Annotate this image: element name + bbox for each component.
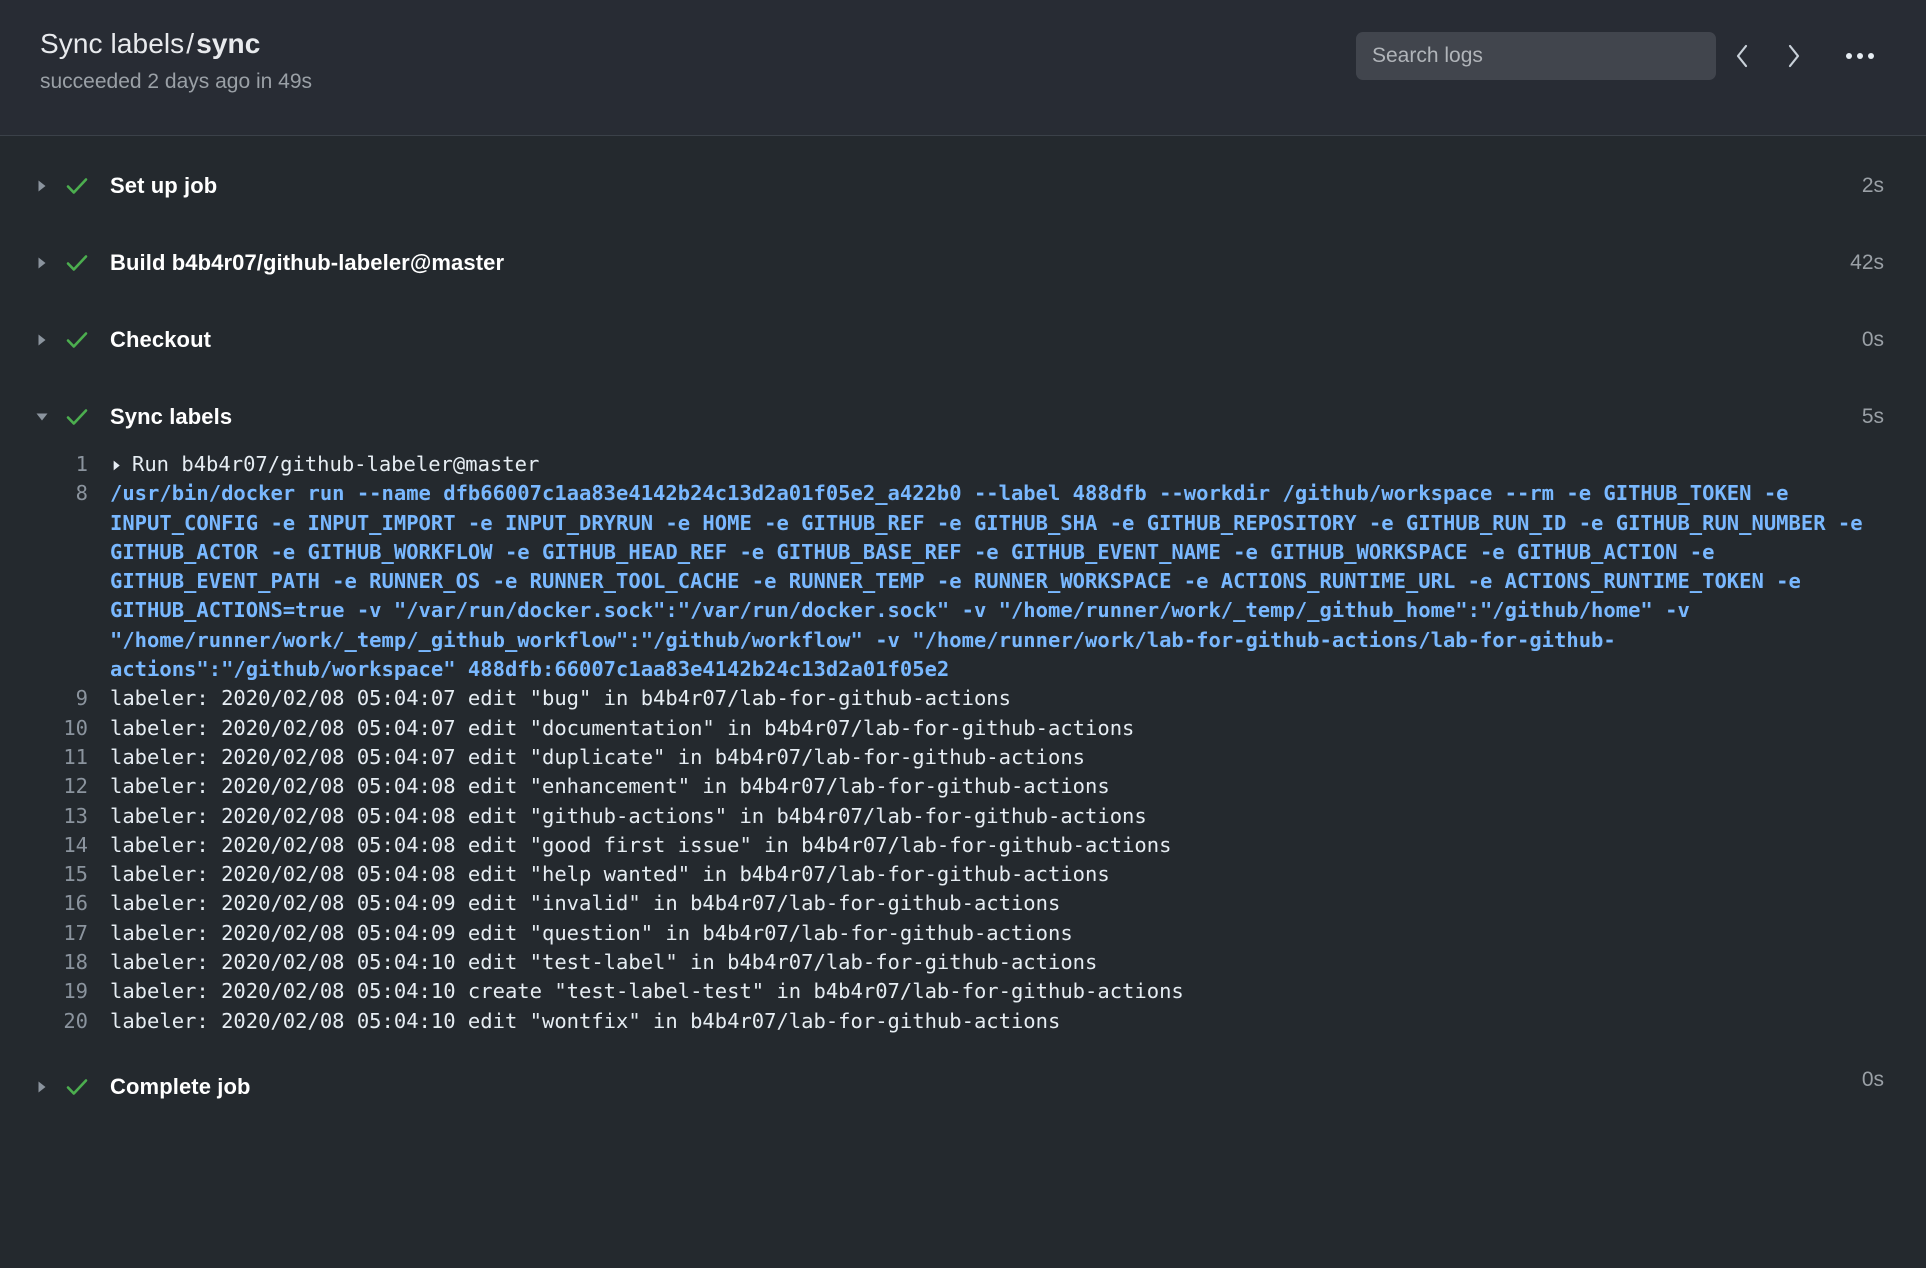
chevron-left-icon (1731, 41, 1753, 71)
log-line: 19labeler: 2020/02/08 05:04:10 create "t… (0, 977, 1926, 1006)
log-line-number: 8 (0, 479, 110, 508)
log-line-number: 18 (0, 948, 110, 977)
log-line: 9labeler: 2020/02/08 05:04:07 edit "bug"… (0, 684, 1926, 713)
log-line: 16labeler: 2020/02/08 05:04:09 edit "inv… (0, 889, 1926, 918)
chevron-right-icon[interactable] (34, 178, 64, 194)
step-row-checkout[interactable]: Checkout 0s (0, 312, 1926, 367)
log-line: 10labeler: 2020/02/08 05:04:07 edit "doc… (0, 714, 1926, 743)
step-gap (0, 213, 1926, 235)
log-line-number: 20 (0, 1007, 110, 1036)
step-row-set-up-job[interactable]: Set up job 2s (0, 158, 1926, 213)
job-steps: Set up job 2s Build b4b4r07/github-label… (0, 136, 1926, 1115)
step-duration: 0s (1862, 328, 1884, 352)
log-line-text: labeler: 2020/02/08 05:04:07 edit "bug" … (110, 684, 1896, 713)
log-header: Sync labels/sync succeeded 2 days ago in… (0, 0, 1926, 136)
log-line-number: 13 (0, 802, 110, 831)
log-line: 14labeler: 2020/02/08 05:04:08 edit "goo… (0, 831, 1926, 860)
step-label: Complete job (110, 1074, 251, 1100)
log-line-text: /usr/bin/docker run --name dfb66007c1aa8… (110, 479, 1896, 684)
chevron-right-icon[interactable] (110, 451, 123, 480)
log-line-number: 17 (0, 919, 110, 948)
log-line-number: 10 (0, 714, 110, 743)
log-line-text: labeler: 2020/02/08 05:04:08 edit "good … (110, 831, 1896, 860)
step-duration: 5s (1862, 405, 1884, 429)
log-line-number: 12 (0, 772, 110, 801)
log-line: 18labeler: 2020/02/08 05:04:10 edit "tes… (0, 948, 1926, 977)
log-line-text: labeler: 2020/02/08 05:04:09 edit "inval… (110, 889, 1896, 918)
check-success-icon (64, 250, 110, 276)
step-label: Sync labels (110, 404, 232, 430)
log-line-number: 15 (0, 860, 110, 889)
step-gap (0, 367, 1926, 389)
log-line-text: labeler: 2020/02/08 05:04:10 create "tes… (110, 977, 1896, 1006)
step-duration: 42s (1850, 251, 1884, 275)
log-line-text: labeler: 2020/02/08 05:04:08 edit "help … (110, 860, 1896, 889)
log-line-text: labeler: 2020/02/08 05:04:08 edit "enhan… (110, 772, 1896, 801)
chevron-right-icon[interactable] (34, 332, 64, 348)
log-line-text: labeler: 2020/02/08 05:04:07 edit "docum… (110, 714, 1896, 743)
chevron-right-icon[interactable] (34, 255, 64, 271)
kebab-dot-3 (1868, 53, 1874, 59)
step-duration: 2s (1862, 174, 1884, 198)
kebab-dot-2 (1857, 53, 1863, 59)
log-line-text: Run b4b4r07/github-labeler@master (110, 450, 1896, 479)
log-line-text: labeler: 2020/02/08 05:04:08 edit "githu… (110, 802, 1896, 831)
log-line: 15labeler: 2020/02/08 05:04:08 edit "hel… (0, 860, 1926, 889)
log-line: 1Run b4b4r07/github-labeler@master (0, 450, 1926, 479)
step-label: Set up job (110, 173, 217, 199)
step-row-complete-job[interactable]: Complete job 0s (0, 1046, 1926, 1115)
step-row-sync-labels[interactable]: Sync labels 5s (0, 389, 1926, 444)
step-duration: 0s (1862, 1068, 1884, 1092)
check-success-icon (64, 404, 110, 430)
log-line: 17labeler: 2020/02/08 05:04:09 edit "que… (0, 919, 1926, 948)
log-line-number: 14 (0, 831, 110, 860)
chevron-down-icon[interactable] (34, 409, 64, 425)
check-success-icon (64, 173, 110, 199)
search-input[interactable] (1356, 32, 1716, 80)
kebab-dot-1 (1846, 53, 1852, 59)
log-line: 11labeler: 2020/02/08 05:04:07 edit "dup… (0, 743, 1926, 772)
log-line-text: labeler: 2020/02/08 05:04:10 edit "wontf… (110, 1007, 1896, 1036)
header-actions (1356, 32, 1888, 80)
log-line-number: 16 (0, 889, 110, 918)
log-line: 8/usr/bin/docker run --name dfb66007c1aa… (0, 479, 1926, 684)
log-line: 13labeler: 2020/02/08 05:04:08 edit "git… (0, 802, 1926, 831)
log-line-number: 11 (0, 743, 110, 772)
title-separator: / (184, 28, 196, 59)
job-name: sync (196, 28, 260, 59)
steps-top-spacer (0, 136, 1926, 158)
log-line-number: 1 (0, 450, 110, 479)
check-success-icon (64, 327, 110, 353)
step-label: Checkout (110, 327, 211, 353)
log-line-text: labeler: 2020/02/08 05:04:09 edit "quest… (110, 919, 1896, 948)
log-output[interactable]: 1Run b4b4r07/github-labeler@master8/usr/… (0, 444, 1926, 1046)
check-success-icon (64, 1074, 110, 1100)
log-line: 12labeler: 2020/02/08 05:04:08 edit "enh… (0, 772, 1926, 801)
log-line-text: labeler: 2020/02/08 05:04:10 edit "test-… (110, 948, 1896, 977)
log-line: 20labeler: 2020/02/08 05:04:10 edit "won… (0, 1007, 1926, 1036)
chevron-right-icon[interactable] (34, 1079, 64, 1095)
step-gap (0, 290, 1926, 312)
step-row-build-labeler[interactable]: Build b4b4r07/github-labeler@master 42s (0, 235, 1926, 290)
previous-match-button[interactable] (1716, 32, 1768, 80)
step-label: Build b4b4r07/github-labeler@master (110, 250, 504, 276)
more-options-button[interactable] (1832, 32, 1888, 80)
chevron-right-icon (1783, 41, 1805, 71)
log-line-text: labeler: 2020/02/08 05:04:07 edit "dupli… (110, 743, 1896, 772)
log-line-number: 9 (0, 684, 110, 713)
workflow-name: Sync labels (40, 28, 184, 59)
next-match-button[interactable] (1768, 32, 1820, 80)
log-line-number: 19 (0, 977, 110, 1006)
